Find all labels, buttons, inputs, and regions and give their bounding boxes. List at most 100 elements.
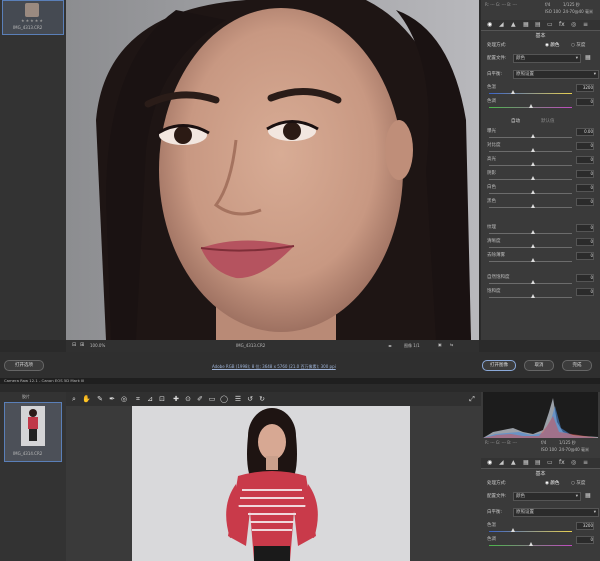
- done-label: 完成: [572, 363, 582, 368]
- toggle-icon[interactable]: ⇆: [450, 342, 453, 347]
- slider-value[interactable]: 0: [576, 184, 594, 192]
- slider-value[interactable]: 0: [576, 274, 594, 282]
- white-balance-tool-icon[interactable]: ✎: [96, 395, 104, 403]
- tab-split-icon[interactable]: ▤: [535, 459, 541, 466]
- tab-presets-icon[interactable]: ≡: [583, 459, 588, 466]
- tint-thumb[interactable]: [529, 104, 533, 108]
- temp-track[interactable]: [489, 93, 572, 94]
- straighten-tool-icon[interactable]: ⊿: [146, 395, 154, 403]
- slider-thumb[interactable]: [531, 204, 535, 208]
- tint-value[interactable]: 0: [576, 536, 594, 544]
- slider-thumb[interactable]: [531, 230, 535, 234]
- temp-thumb[interactable]: [511, 90, 515, 94]
- transform-tool-icon[interactable]: ⊡: [158, 395, 166, 403]
- filmstrip-thumb-bottom[interactable]: IMG_4314.CR2: [4, 402, 62, 462]
- tab-hsl-icon[interactable]: ▦: [523, 21, 529, 28]
- treatment-color-radio[interactable]: ◉ 颜色: [545, 42, 559, 48]
- slider-thumb[interactable]: [531, 280, 535, 284]
- open-image-button[interactable]: 打开图像: [482, 360, 516, 371]
- slider-thumb[interactable]: [531, 258, 535, 262]
- tab-lens-icon[interactable]: ▭: [547, 459, 553, 466]
- zoom-value[interactable]: 100.0%: [90, 343, 105, 348]
- slider-value[interactable]: 0: [576, 224, 594, 232]
- chevron-down-icon: ▾: [593, 510, 596, 515]
- slider-thumb[interactable]: [531, 134, 535, 138]
- tab-effects-icon[interactable]: fx: [559, 459, 565, 466]
- slider-thumb[interactable]: [531, 244, 535, 248]
- temp-value[interactable]: 3200: [576, 522, 594, 530]
- tint-value[interactable]: 0: [576, 98, 594, 106]
- slider-value[interactable]: 0: [576, 156, 594, 164]
- temp-track[interactable]: [489, 531, 572, 532]
- zoom-tool-icon[interactable]: ⌕: [70, 395, 78, 403]
- targeted-adjust-icon[interactable]: ◎: [120, 395, 128, 403]
- thumb-rating-stars[interactable]: ★★★★★: [21, 18, 44, 23]
- treatment-gray-radio[interactable]: ○ 灰度: [571, 480, 585, 486]
- profile-browser-icon[interactable]: ▦: [585, 54, 591, 61]
- wb-select[interactable]: 原照设置 ▾: [513, 70, 599, 79]
- auto-link[interactable]: 自动: [511, 118, 520, 124]
- temp-value[interactable]: 3200: [576, 84, 594, 92]
- wb-select[interactable]: 原照设置 ▾: [513, 508, 599, 517]
- tab-detail-icon[interactable]: ▲: [511, 21, 516, 28]
- slider-value[interactable]: 0.00: [576, 128, 594, 136]
- tab-tone-curve-icon[interactable]: ◢: [499, 21, 504, 28]
- profile-select[interactable]: 颜色 ▾: [513, 54, 581, 63]
- tab-lens-icon[interactable]: ▭: [547, 21, 553, 28]
- workflow-info-link[interactable]: Adobe RGB (1998); 8 位; 3648 x 5760 (21.0…: [212, 364, 336, 370]
- tab-presets-icon[interactable]: ≡: [583, 21, 588, 28]
- adjustment-brush-icon[interactable]: ✐: [196, 395, 204, 403]
- graduated-filter-icon[interactable]: ▭: [208, 395, 216, 403]
- before-after-icon[interactable]: ▣: [438, 342, 442, 347]
- done-button[interactable]: 完成: [562, 360, 592, 371]
- tab-tone-curve-icon[interactable]: ◢: [499, 459, 504, 466]
- select-options-button[interactable]: 打开选项: [4, 360, 44, 371]
- slider-value[interactable]: 0: [576, 142, 594, 150]
- hand-tool-icon[interactable]: ✋: [82, 395, 91, 403]
- treatment-gray-radio[interactable]: ○ 灰度: [571, 42, 585, 48]
- preferences-icon[interactable]: ☰: [234, 395, 242, 403]
- tab-split-icon[interactable]: ▤: [535, 21, 541, 28]
- panel-header: 基本: [535, 33, 546, 39]
- tab-detail-icon[interactable]: ▲: [511, 459, 516, 466]
- zoom-icon[interactable]: ⊟: [72, 342, 76, 348]
- crop-tool-icon[interactable]: ⌗: [134, 395, 142, 403]
- tab-calibration-icon[interactable]: ◎: [571, 21, 576, 28]
- temp-label: 色温: [487, 523, 496, 528]
- tint-thumb[interactable]: [529, 542, 533, 546]
- profile-browser-icon[interactable]: ▦: [585, 492, 591, 499]
- treatment-color-radio[interactable]: ◉ 颜色: [545, 480, 559, 486]
- slider-thumb[interactable]: [531, 162, 535, 166]
- tab-basic-icon[interactable]: ◉: [487, 459, 492, 466]
- temp-thumb[interactable]: [511, 528, 515, 532]
- slider-value[interactable]: 0: [576, 198, 594, 206]
- toggle-fullscreen-icon[interactable]: ⤢: [468, 395, 476, 403]
- thumb-image-bottom: [21, 406, 45, 446]
- slider-thumb[interactable]: [531, 190, 535, 194]
- slider-value[interactable]: 0: [576, 288, 594, 296]
- filmstrip-thumb[interactable]: ★★★★★ IMG_4313.CR2: [2, 0, 64, 35]
- default-link[interactable]: 默认值: [541, 118, 555, 124]
- tab-basic-icon[interactable]: ◉: [487, 21, 492, 28]
- slider-thumb[interactable]: [531, 176, 535, 180]
- slider-thumb[interactable]: [531, 294, 535, 298]
- rotate-cw-icon[interactable]: ↻: [258, 395, 266, 403]
- slider-thumb[interactable]: [531, 148, 535, 152]
- cancel-button[interactable]: 取消: [524, 360, 554, 371]
- spot-removal-icon[interactable]: ✚: [172, 395, 180, 403]
- tab-hsl-icon[interactable]: ▦: [523, 459, 529, 466]
- profile-select[interactable]: 颜色 ▾: [513, 492, 581, 501]
- slider-label: 清晰度: [487, 239, 501, 244]
- slider-value[interactable]: 0: [576, 252, 594, 260]
- cam-lens: 24-70@40 毫米: [563, 9, 593, 14]
- color-sampler-icon[interactable]: ✒: [108, 395, 116, 403]
- slider-value[interactable]: 0: [576, 170, 594, 178]
- zoom-in-icon[interactable]: ⊞: [80, 342, 84, 348]
- tab-effects-icon[interactable]: fx: [559, 21, 565, 28]
- prev-image-icon[interactable]: ◂▸: [388, 343, 392, 348]
- slider-value[interactable]: 0: [576, 238, 594, 246]
- tab-calibration-icon[interactable]: ◎: [571, 459, 576, 466]
- red-eye-icon[interactable]: ⊙: [184, 395, 192, 403]
- radial-filter-icon[interactable]: ◯: [220, 395, 228, 403]
- rotate-ccw-icon[interactable]: ↺: [246, 395, 254, 403]
